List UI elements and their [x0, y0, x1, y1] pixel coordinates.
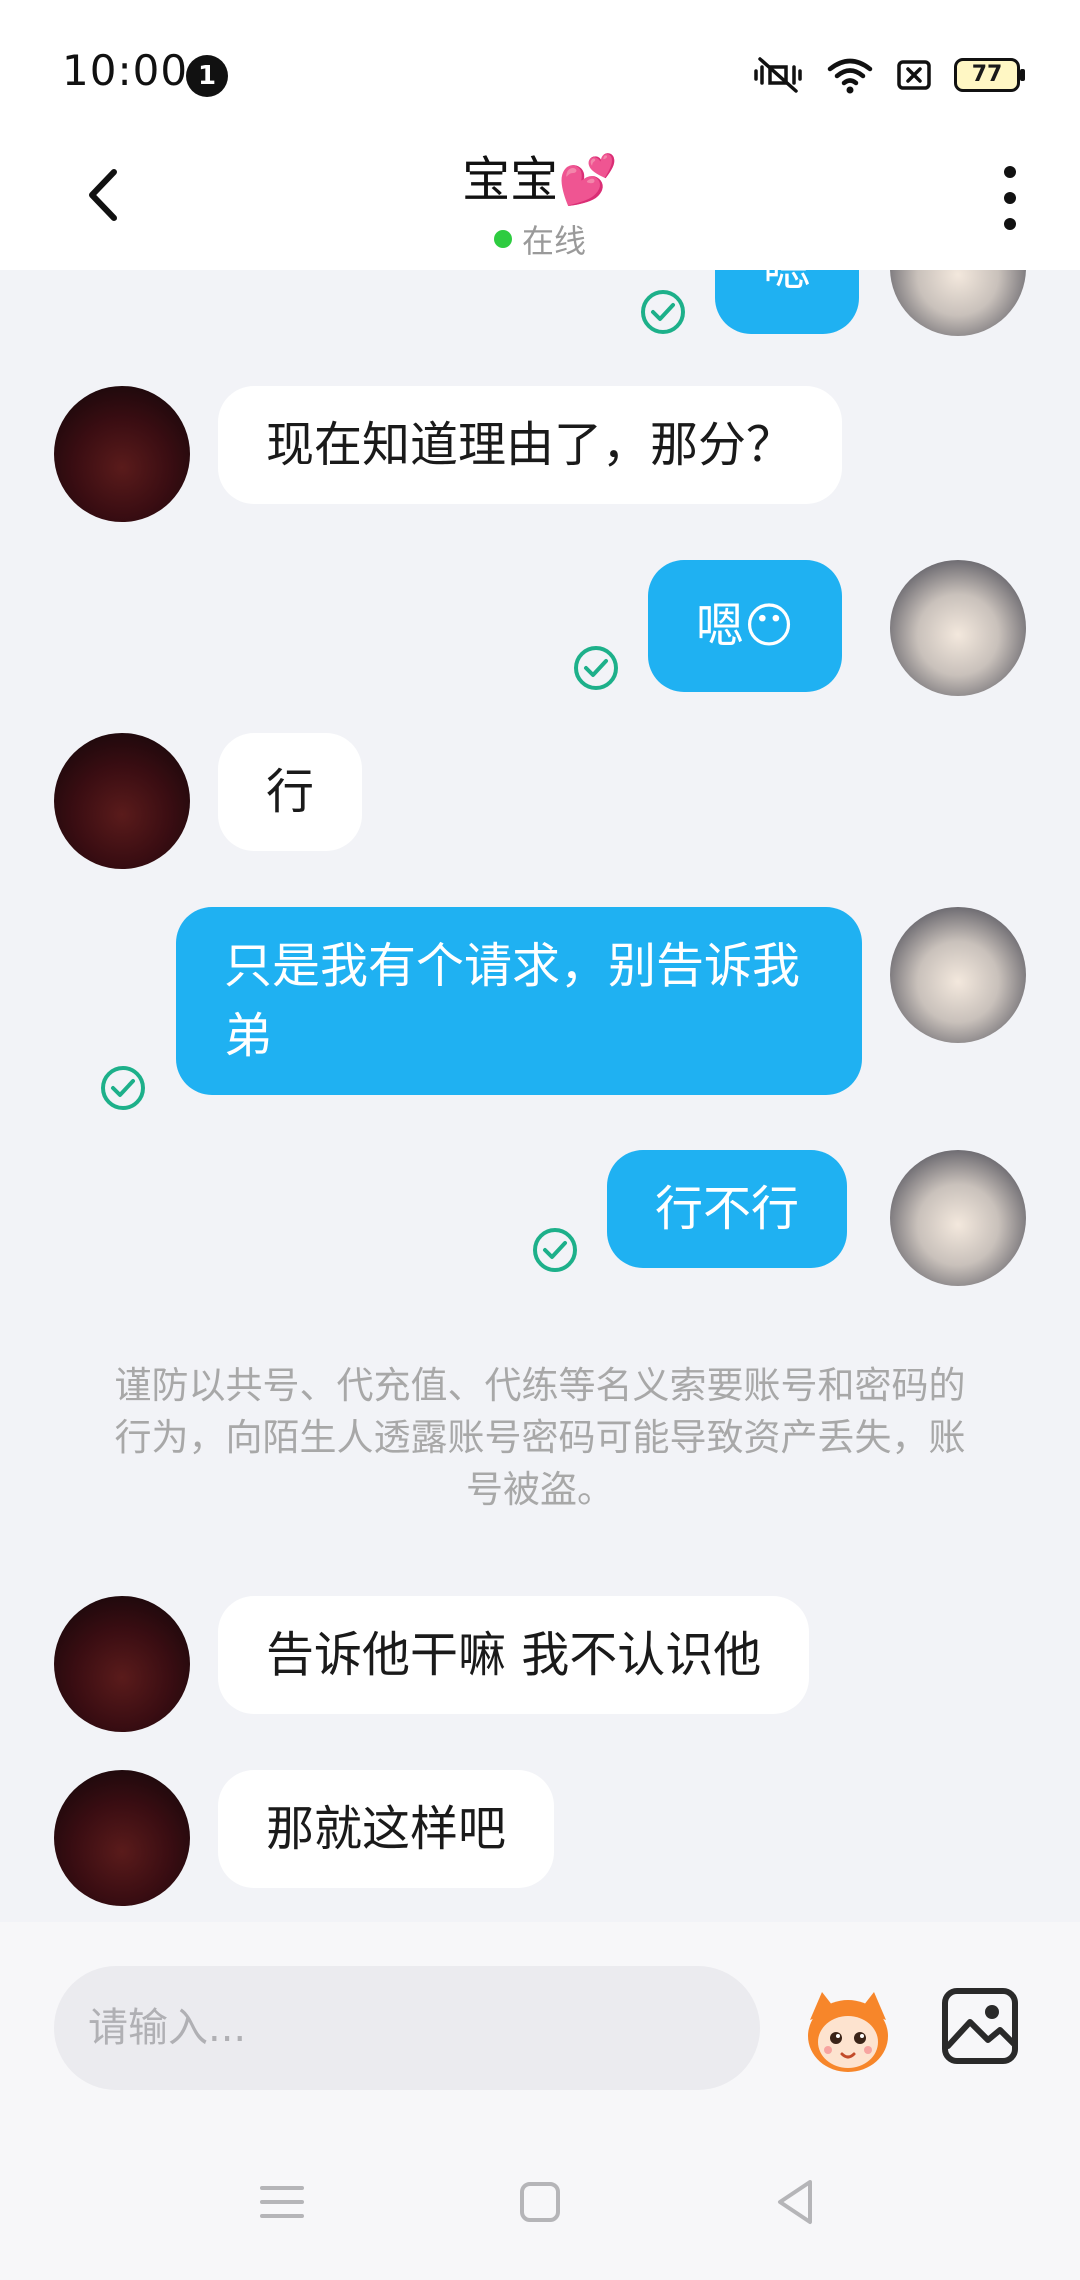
self-avatar[interactable] [890, 907, 1026, 1043]
security-warning-text: 谨防以共号、代充值、代练等名义索要账号和密码的行为，向陌生人透露账号密码可能导致… [114, 1364, 966, 1511]
online-status-label: 在线 [521, 222, 586, 260]
self-avatar[interactable] [890, 1150, 1026, 1286]
back-nav-button[interactable] [766, 2172, 826, 2232]
home-button[interactable] [510, 2172, 570, 2232]
contact-avatar[interactable] [54, 1770, 190, 1906]
notification-badge: 1 [186, 55, 228, 97]
image-picker-button[interactable] [940, 1986, 1020, 2066]
chat-message-list[interactable]: 嗯 现在知道理由了，那分？ 嗯😶 行 只是我有个请求，别告诉我弟 [0, 270, 1080, 1922]
read-check-icon [641, 290, 685, 334]
contact-avatar[interactable] [54, 733, 190, 869]
online-status: 在线 [493, 216, 586, 262]
online-dot-icon [493, 230, 512, 248]
message-bubble-other[interactable]: 告诉他干嘛 我不认识他 [218, 1596, 810, 1714]
message-bubble-self[interactable]: 嗯😶 [648, 560, 843, 692]
system-navigation-bar [0, 2122, 1080, 2280]
self-avatar[interactable] [890, 560, 1026, 696]
message-bubble-other[interactable]: 那就这样吧 [218, 1770, 555, 1888]
image-icon [942, 1988, 1018, 2064]
contact-avatar[interactable] [54, 386, 190, 522]
read-check-icon [101, 1066, 145, 1110]
status-time: 10:00 [62, 46, 189, 95]
message-bubble-other[interactable]: 行 [218, 733, 363, 851]
wifi-icon [827, 58, 873, 94]
message-bubble-self[interactable]: 只是我有个请求，别告诉我弟 [176, 907, 862, 1095]
recent-apps-button[interactable] [252, 2172, 312, 2232]
message-bubble-self[interactable]: 嗯 [715, 270, 860, 334]
status-icons: 77 [752, 50, 1025, 100]
header-title-group: 宝宝💕 在线 [0, 140, 1080, 262]
chat-header: 宝宝💕 在线 [0, 130, 1080, 270]
menu-lines-icon [260, 2186, 304, 2218]
back-triangle-icon [778, 2180, 812, 2224]
mascot-sticker-icon [808, 1992, 888, 2072]
message-input[interactable] [54, 1966, 760, 2090]
message-bubble-self[interactable]: 行不行 [607, 1150, 848, 1268]
sticker-button[interactable] [800, 1984, 896, 2076]
mute-vibrate-icon [754, 57, 802, 93]
status-bar: 10:00 1 77 [0, 0, 1080, 130]
input-bar [0, 1922, 1080, 2122]
self-avatar[interactable] [890, 270, 1026, 336]
home-square-icon [520, 2182, 560, 2222]
contact-name: 宝宝💕 [462, 152, 618, 208]
read-check-icon [574, 646, 618, 690]
more-vertical-icon [1004, 166, 1016, 230]
battery-indicator: 77 [954, 58, 1025, 92]
message-bubble-other[interactable]: 现在知道理由了，那分？ [218, 386, 843, 504]
sim-no-signal-icon [897, 60, 931, 90]
contact-avatar[interactable] [54, 1596, 190, 1732]
more-options-button[interactable] [990, 158, 1030, 238]
read-check-icon [533, 1228, 577, 1272]
